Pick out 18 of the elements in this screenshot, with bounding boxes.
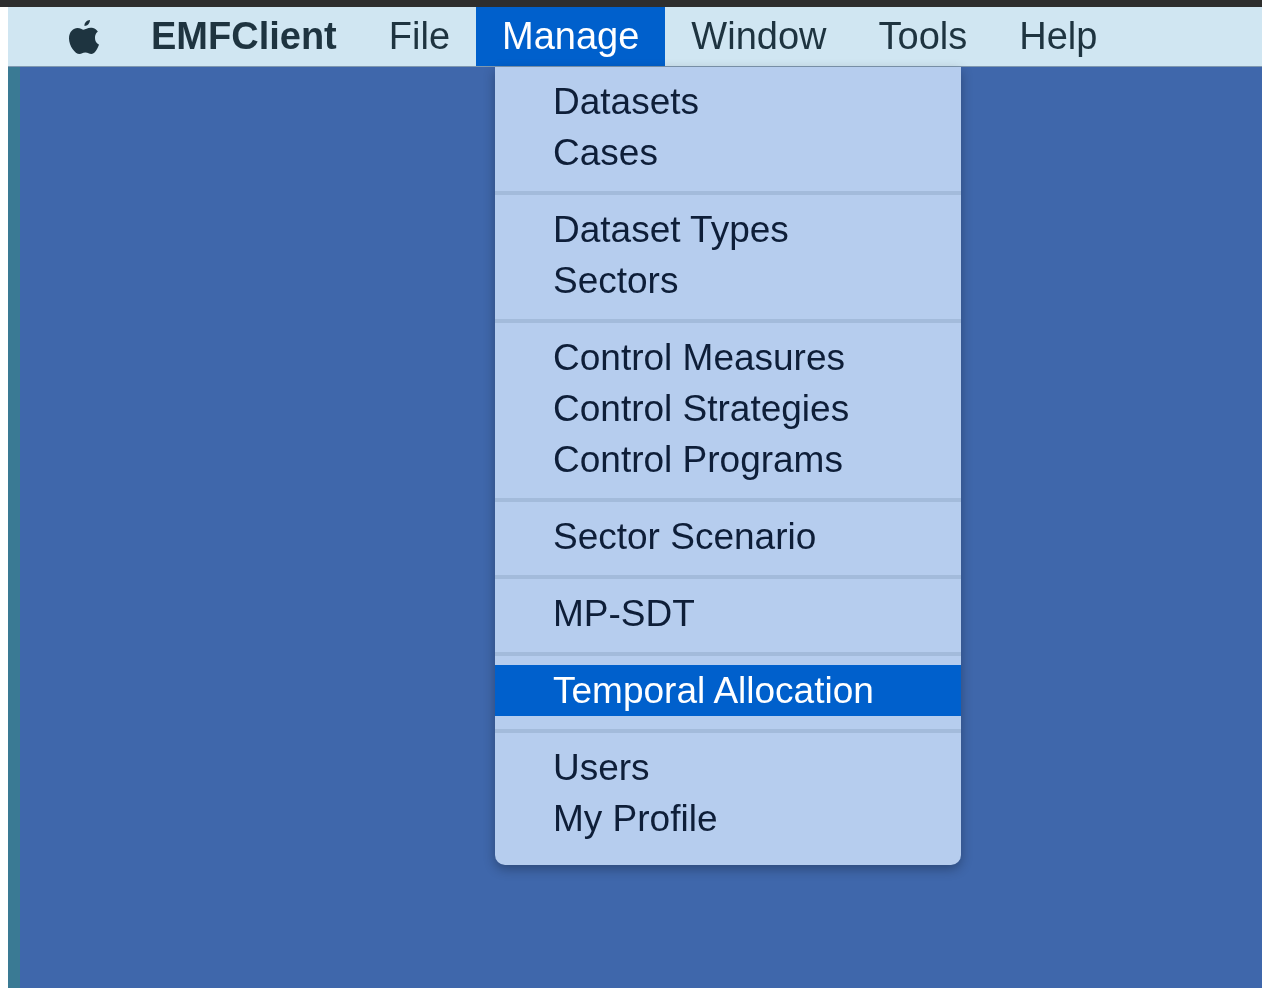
menu-item[interactable]: Datasets <box>495 76 961 127</box>
menu-item[interactable]: Users <box>495 742 961 793</box>
menu-title[interactable]: Tools <box>852 7 994 66</box>
menu-item[interactable]: Cases <box>495 127 961 178</box>
menu-item[interactable]: My Profile <box>495 793 961 844</box>
menu-item[interactable]: Sectors <box>495 255 961 306</box>
menu-title[interactable]: Window <box>665 7 853 66</box>
menu-item[interactable]: Control Strategies <box>495 383 961 434</box>
menu-item[interactable]: MP-SDT <box>495 588 961 639</box>
menu-item[interactable]: Control Programs <box>495 434 961 485</box>
menu-item[interactable]: Temporal Allocation <box>495 665 961 716</box>
app-name[interactable]: EMFClient <box>151 15 337 58</box>
menu-item[interactable]: Control Measures <box>495 332 961 383</box>
menu-item[interactable]: Dataset Types <box>495 204 961 255</box>
menu-title[interactable]: Manage <box>476 7 666 66</box>
menu-title[interactable]: Help <box>993 7 1124 66</box>
menu-title[interactable]: File <box>362 7 476 66</box>
menu-item[interactable]: Sector Scenario <box>495 511 961 562</box>
